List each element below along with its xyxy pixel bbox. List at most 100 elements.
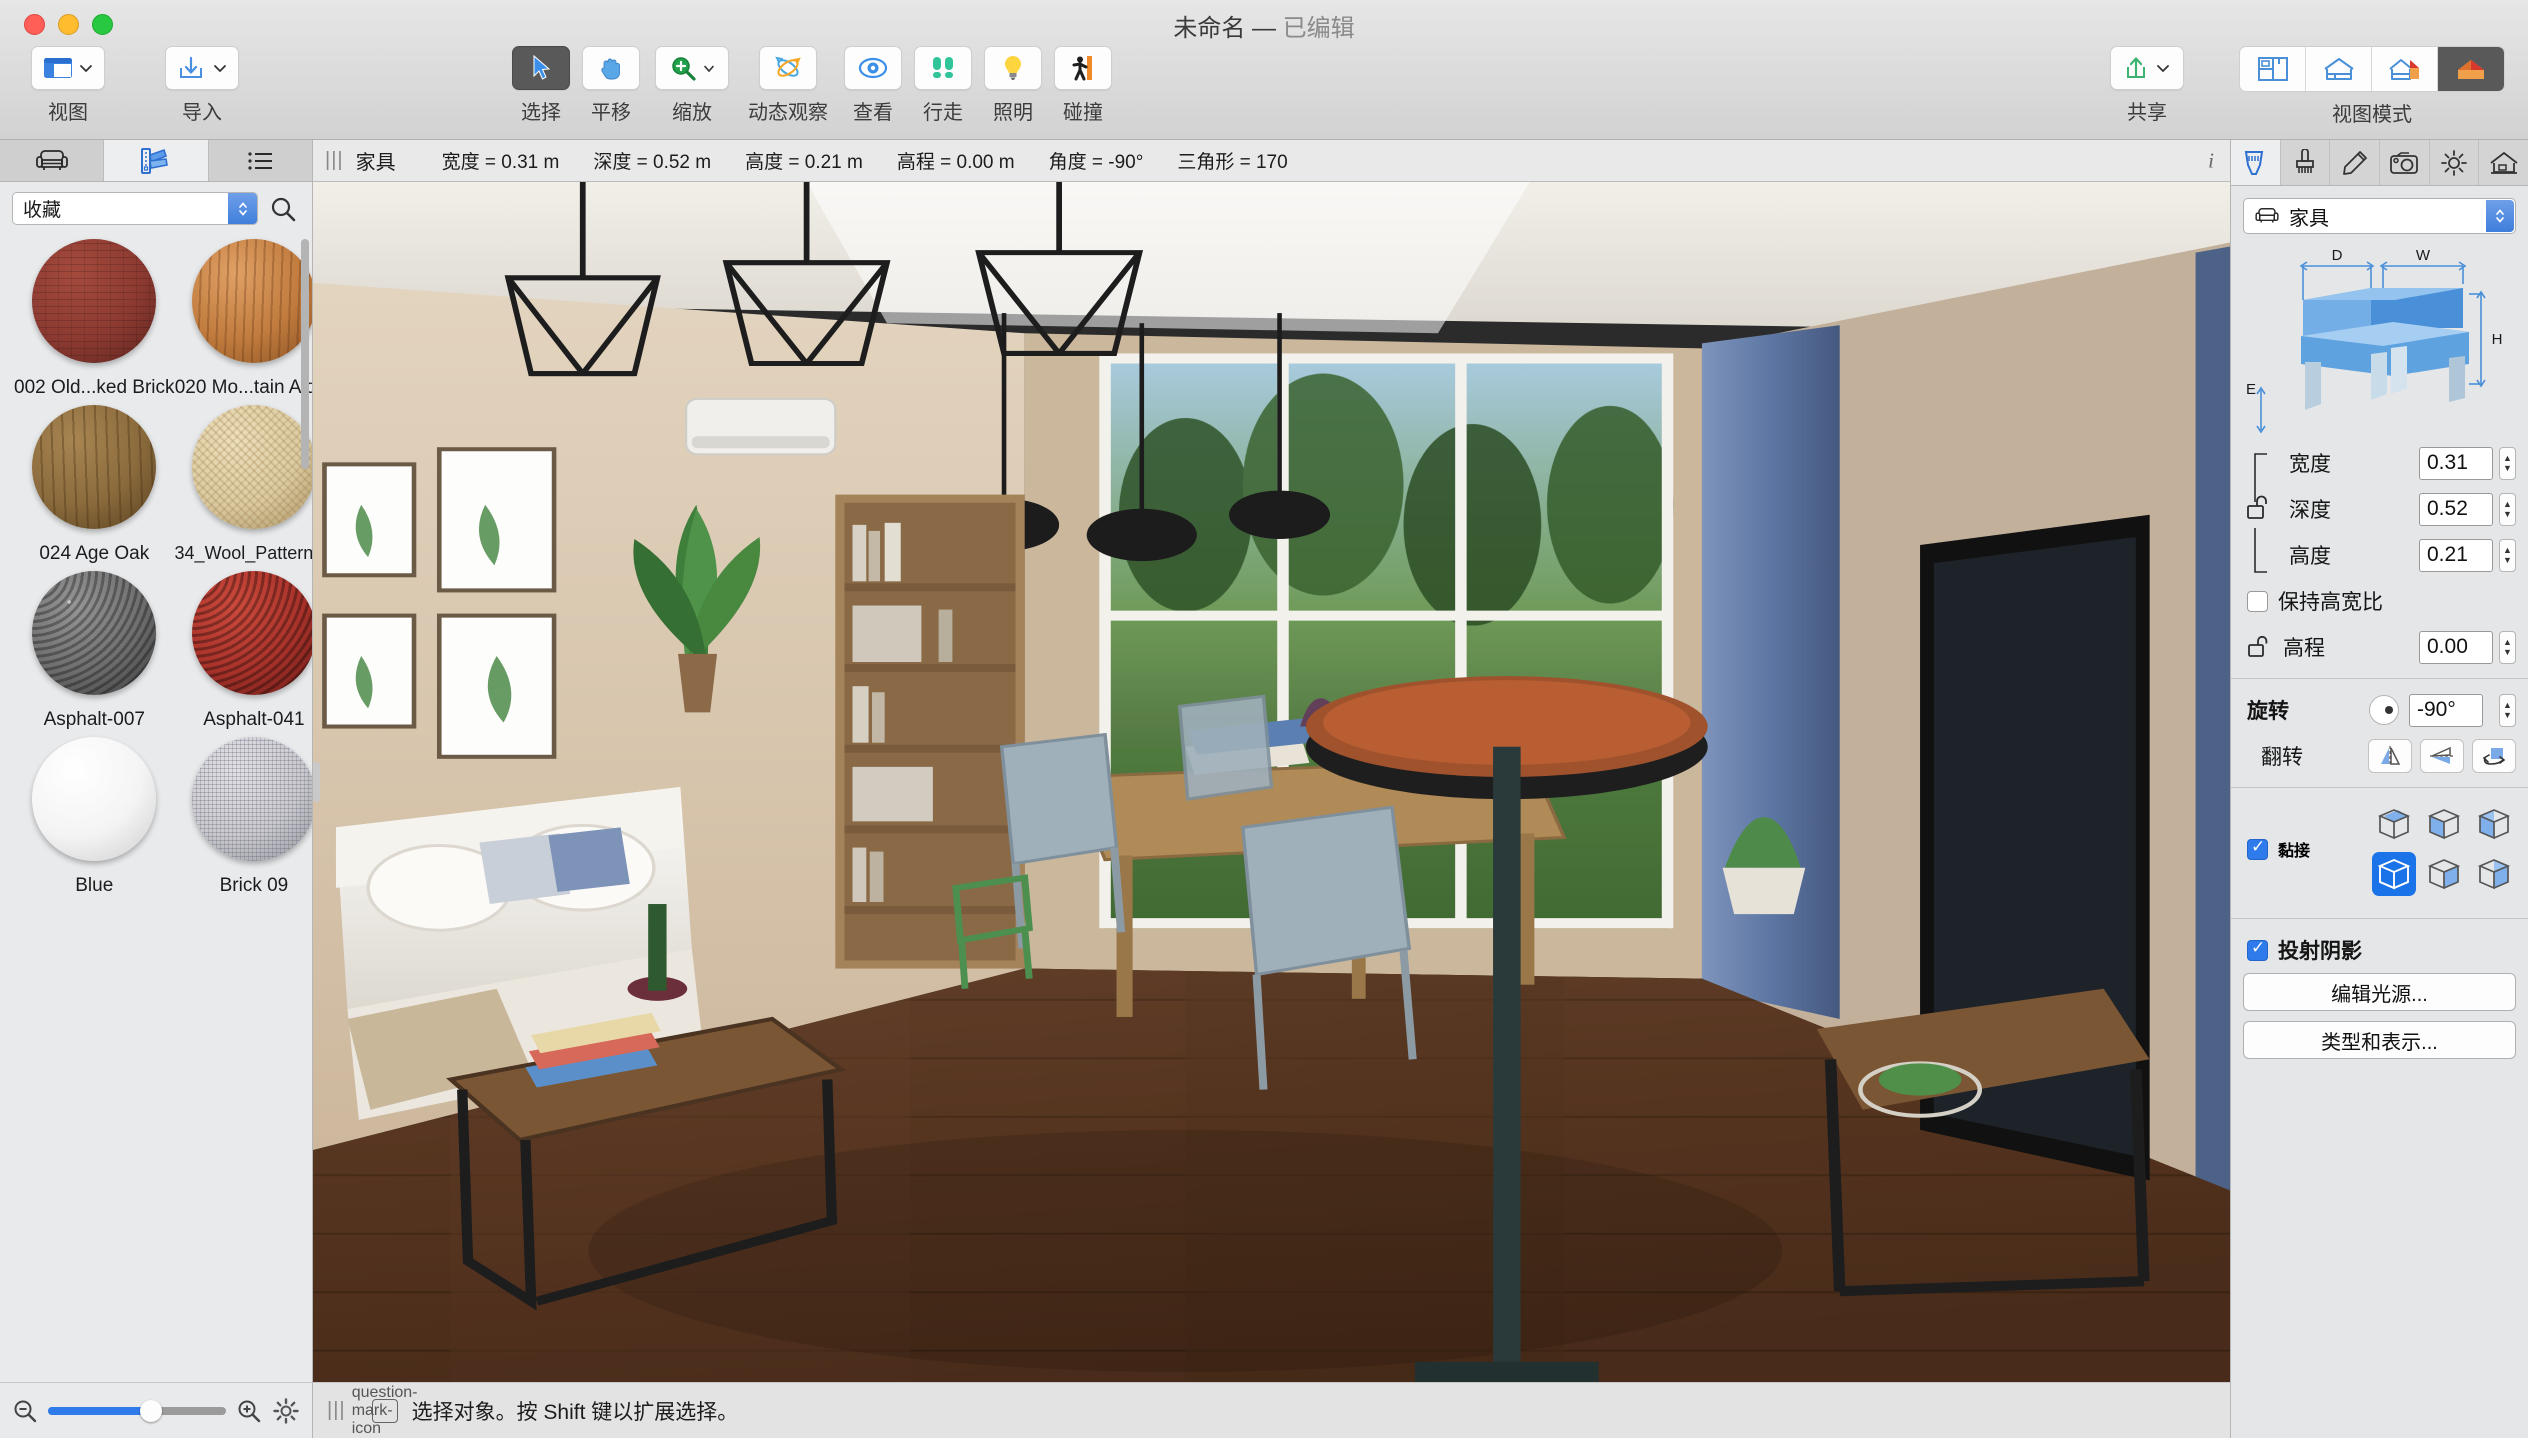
material-swatch[interactable] bbox=[191, 239, 312, 363]
combo-arrows-icon[interactable] bbox=[2486, 200, 2514, 232]
material-item[interactable]: 024 Age Oak bbox=[14, 405, 175, 565]
row-keep-ratio[interactable]: 保持高宽比 bbox=[2243, 578, 2516, 624]
material-item[interactable]: Blue bbox=[14, 737, 175, 897]
material-item[interactable]: 020 Mo...tain Alder bbox=[175, 239, 312, 399]
glue-face-top[interactable] bbox=[2372, 802, 2416, 846]
right-tab-dimensions[interactable] bbox=[2231, 140, 2281, 185]
material-swatch[interactable] bbox=[32, 239, 157, 363]
elevation-input[interactable]: 0.00 bbox=[2419, 630, 2493, 664]
tool-orbit[interactable]: 动态观察 bbox=[738, 46, 838, 125]
left-scrollbar[interactable] bbox=[301, 239, 309, 469]
glue-face-bottom[interactable] bbox=[2372, 852, 2416, 896]
look-button[interactable] bbox=[844, 46, 902, 90]
share-button[interactable] bbox=[2110, 46, 2184, 90]
left-tab-list[interactable] bbox=[208, 140, 312, 181]
right-tab-edit[interactable] bbox=[2330, 140, 2381, 185]
import-button[interactable] bbox=[165, 46, 239, 90]
elevation-stepper[interactable]: ▲ ▼ bbox=[2499, 630, 2516, 664]
width-input[interactable]: 0.31 bbox=[2419, 446, 2493, 480]
row-cast-shadow[interactable]: 投射阴影 bbox=[2243, 927, 2516, 973]
walk-button[interactable] bbox=[914, 46, 972, 90]
right-tab-camera[interactable] bbox=[2380, 140, 2430, 185]
tool-select[interactable]: 选择 bbox=[506, 46, 576, 125]
tool-walk[interactable]: 行走 bbox=[908, 46, 978, 125]
zoom-in-icon[interactable] bbox=[236, 1398, 262, 1424]
height-input[interactable]: 0.21 bbox=[2419, 538, 2493, 572]
right-tab-lighting[interactable] bbox=[2429, 140, 2480, 185]
depth-input[interactable]: 0.52 bbox=[2419, 492, 2493, 526]
view-mode-rendered[interactable] bbox=[2438, 47, 2504, 91]
select-button[interactable] bbox=[512, 46, 570, 90]
material-swatch[interactable] bbox=[32, 737, 157, 861]
material-swatch[interactable] bbox=[32, 405, 157, 529]
tool-pan[interactable]: 平移 bbox=[576, 46, 646, 125]
infobar-grip[interactable]: ||| bbox=[325, 149, 344, 172]
material-item[interactable]: Asphalt-007 bbox=[14, 571, 175, 731]
3d-viewport[interactable] bbox=[313, 182, 2230, 1382]
question-mark-icon[interactable]: question-mark-icon bbox=[352, 1384, 418, 1437]
glue-face-right[interactable] bbox=[2422, 852, 2466, 896]
left-tab-materials[interactable] bbox=[104, 140, 209, 181]
type-and-display-button[interactable]: 类型和表示... bbox=[2243, 1021, 2516, 1059]
right-tab-house[interactable] bbox=[2479, 140, 2528, 185]
tool-zoom[interactable]: 缩放 bbox=[646, 46, 738, 125]
height-stepper[interactable]: ▲ ▼ bbox=[2499, 538, 2516, 572]
gear-icon[interactable] bbox=[272, 1397, 300, 1425]
glue-face-back-right[interactable] bbox=[2472, 852, 2516, 896]
zoom-out-icon[interactable] bbox=[12, 1398, 38, 1424]
flip-horizontal-button[interactable] bbox=[2368, 739, 2412, 773]
width-stepper[interactable]: ▲ ▼ bbox=[2499, 446, 2516, 480]
materials-zoom-slider[interactable] bbox=[48, 1399, 226, 1422]
material-category-combo[interactable]: 收藏 bbox=[12, 192, 258, 225]
search-button[interactable] bbox=[266, 192, 300, 225]
edit-light-source-button[interactable]: 编辑光源... bbox=[2243, 973, 2516, 1011]
materials-scroll-area[interactable]: 002 Old...ked Brick 020 Mo...tain Alder … bbox=[0, 233, 312, 1382]
info-icon[interactable]: i bbox=[2208, 148, 2214, 173]
depth-stepper[interactable]: ▲ ▼ bbox=[2499, 492, 2516, 526]
glue-checkbox[interactable] bbox=[2247, 837, 2268, 860]
rotation-stepper[interactable]: ▲ ▼ bbox=[2499, 693, 2516, 727]
right-tab-materials[interactable] bbox=[2280, 140, 2331, 185]
zoom-button[interactable] bbox=[655, 46, 729, 90]
tool-light[interactable]: 照明 bbox=[978, 46, 1048, 125]
combo-arrows-icon[interactable] bbox=[228, 193, 257, 224]
slider-knob[interactable] bbox=[140, 1399, 163, 1422]
view-mode-wireframe[interactable] bbox=[2306, 47, 2372, 91]
keep-ratio-checkbox[interactable] bbox=[2247, 590, 2268, 612]
row-rotation: 旋转 -90° ▲ ▼ bbox=[2243, 687, 2516, 733]
dimension-lock-bracket-icon[interactable] bbox=[2243, 442, 2285, 584]
material-item[interactable]: 002 Old...ked Brick bbox=[14, 239, 175, 399]
glue-face-left[interactable] bbox=[2422, 802, 2466, 846]
view-mode-floorplan[interactable] bbox=[2240, 47, 2306, 91]
pan-button[interactable] bbox=[582, 46, 640, 90]
material-item[interactable]: Brick 09 bbox=[175, 737, 312, 897]
collision-button[interactable] bbox=[1054, 46, 1112, 90]
rotate-3d-button[interactable] bbox=[2472, 739, 2516, 773]
material-swatch[interactable] bbox=[191, 405, 312, 529]
view-mode-segmented[interactable] bbox=[2239, 46, 2505, 92]
rotation-knob[interactable] bbox=[2369, 695, 2399, 725]
toolbar-item-view[interactable]: 视图 bbox=[22, 46, 114, 125]
view-mode-half-solid[interactable] bbox=[2372, 47, 2438, 91]
material-swatch[interactable] bbox=[191, 571, 312, 695]
tool-collision[interactable]: 碰撞 bbox=[1048, 46, 1118, 125]
viewport-left-handle[interactable] bbox=[313, 762, 320, 802]
left-tab-furniture[interactable] bbox=[0, 140, 105, 181]
orbit-button[interactable] bbox=[759, 46, 817, 90]
unlock-icon[interactable] bbox=[2247, 636, 2271, 658]
material-swatch[interactable] bbox=[32, 571, 157, 695]
tool-look[interactable]: 查看 bbox=[838, 46, 908, 125]
rotation-input[interactable]: -90° bbox=[2409, 693, 2483, 727]
flip-vertical-button[interactable] bbox=[2420, 739, 2464, 773]
view-button[interactable] bbox=[31, 46, 105, 90]
toolbar-item-share[interactable]: 共享 bbox=[2092, 46, 2202, 125]
material-item[interactable]: 34_Wool_Pattern_1 bbox=[175, 405, 312, 565]
glue-face-back-left[interactable] bbox=[2472, 802, 2516, 846]
toolbar-item-import[interactable]: 导入 bbox=[142, 46, 262, 125]
material-swatch[interactable] bbox=[191, 737, 312, 861]
light-button[interactable] bbox=[984, 46, 1042, 90]
object-type-combo[interactable]: 家具 bbox=[2243, 198, 2516, 234]
statusbar-grip[interactable]: ||| bbox=[327, 1399, 346, 1422]
cast-shadow-checkbox[interactable] bbox=[2247, 938, 2268, 961]
material-item[interactable]: Asphalt-041 bbox=[175, 571, 312, 731]
